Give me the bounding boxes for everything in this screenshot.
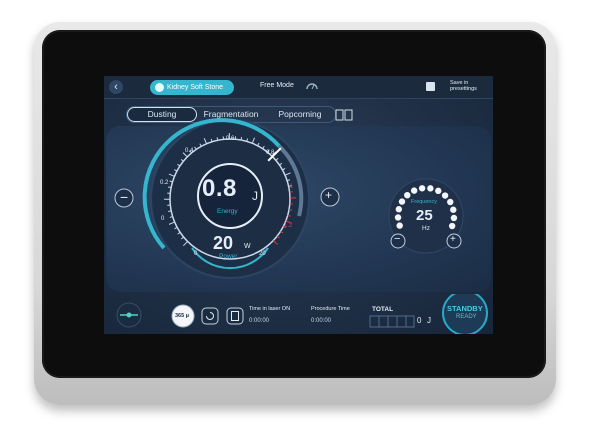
frequency-dot [398, 198, 406, 205]
frequency-dot [404, 191, 411, 199]
total-energy-bar [369, 315, 415, 328]
procedure-time-value: 0:00:00 [311, 318, 332, 324]
aim-beam-button[interactable] [116, 302, 142, 328]
frequency-dot [450, 214, 458, 222]
standby-label: STANDBY [447, 304, 483, 313]
frequency-dot [418, 185, 426, 192]
ready-label: READY [456, 314, 477, 320]
frequency-value: 25 [416, 207, 433, 224]
frequency-dot [435, 187, 442, 195]
frequency-dot [447, 198, 454, 206]
total-label: TOTAL [372, 306, 394, 313]
frequency-dot [448, 222, 456, 230]
touch-screen: ‹ Kidney Soft Stone Free Mode Save in pr… [104, 76, 493, 334]
frequency-plus-icon: + [450, 234, 456, 245]
frequency-unit: Hz [422, 225, 430, 232]
frequency-minus-icon: − [394, 233, 401, 245]
time-laser-value: 0:00:00 [249, 318, 270, 324]
frequency-dot [394, 214, 402, 221]
frequency-dot [450, 206, 457, 213]
procedure-time-label: Procedure Time [311, 306, 350, 312]
time-laser-label: Time in laser ON [249, 306, 291, 312]
frequency-dot [427, 185, 434, 192]
reset-button[interactable] [201, 307, 219, 325]
frequency-dot [441, 192, 449, 199]
frequency-dot [395, 206, 403, 213]
status-bar-graphics [116, 294, 488, 334]
status-bar: 365 µ Time in laser ON 0:00:00 Procedure… [104, 294, 493, 334]
frequency-label: Frequency [411, 199, 437, 205]
frequency-dot [396, 222, 403, 229]
document-button[interactable] [226, 307, 244, 325]
fiber-size-label: 365 µ [175, 313, 189, 319]
total-value: 0 [417, 316, 422, 325]
frequency-dot [410, 187, 418, 194]
total-unit: J [427, 316, 431, 325]
